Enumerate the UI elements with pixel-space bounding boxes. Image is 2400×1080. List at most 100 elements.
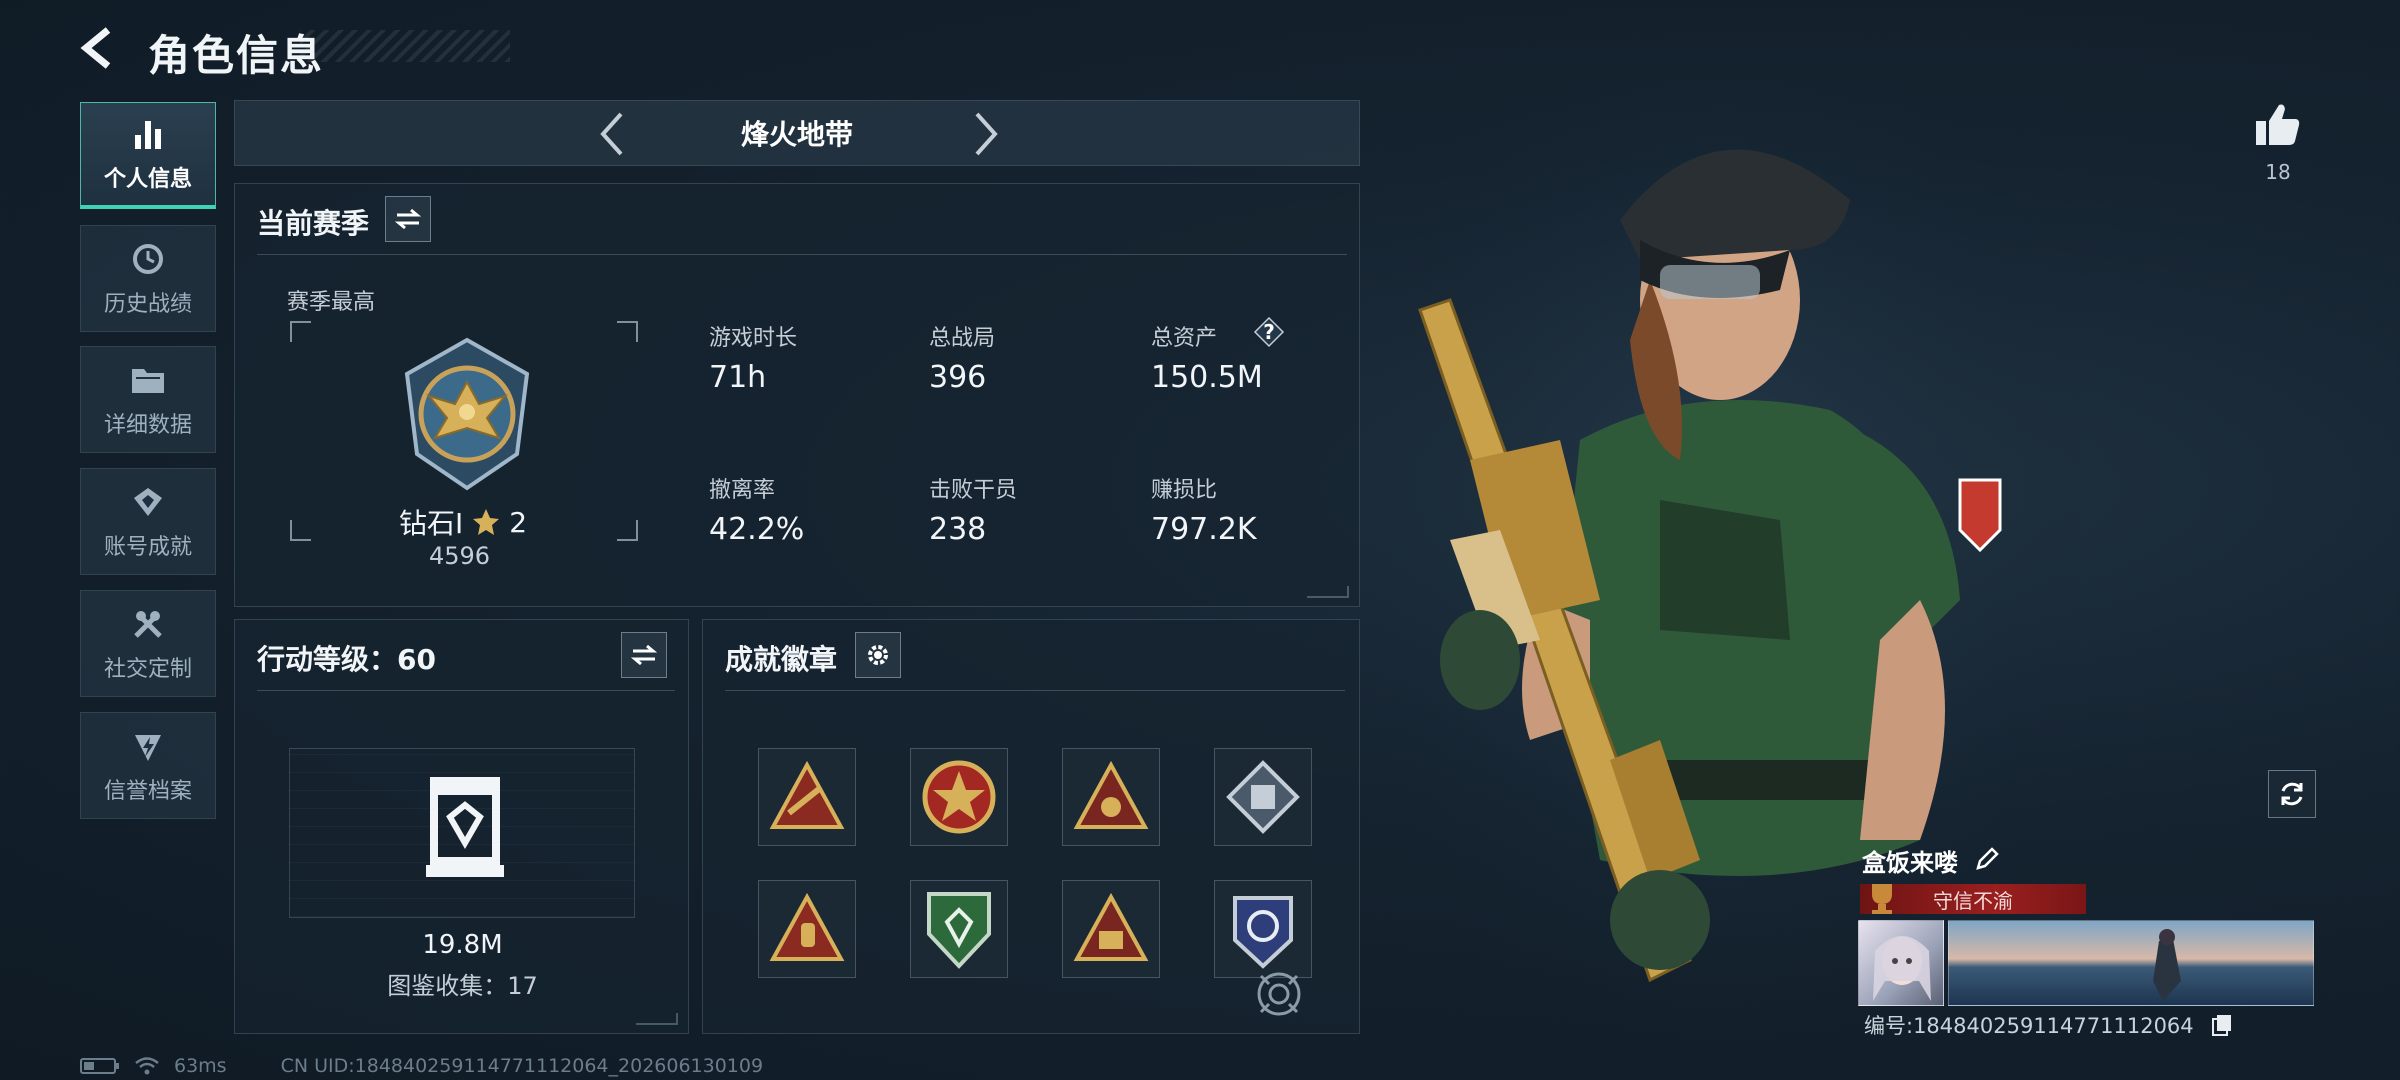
status-uid: CN UID:1848402591147711120​64_2026061301… bbox=[280, 1055, 764, 1077]
collection-count: 图鉴收集：17 bbox=[387, 972, 538, 1000]
motto-trophy-icon bbox=[1866, 880, 1898, 920]
motto-text: 守信不渝 bbox=[1933, 888, 2013, 913]
like-count: 18 bbox=[2265, 160, 2291, 184]
collection-case-icon bbox=[420, 773, 510, 887]
stat-value: 238 bbox=[929, 512, 987, 547]
blue-crest-badge-icon bbox=[1233, 896, 1293, 969]
green-shield-badge-icon bbox=[927, 892, 991, 969]
sidebar-item-history[interactable]: 历史战绩 bbox=[80, 225, 216, 332]
action-level-title: 行动等级：60 bbox=[257, 643, 436, 676]
chevron-left-icon bbox=[600, 112, 623, 156]
stat-value: 71h bbox=[709, 360, 767, 395]
chevron-right-icon bbox=[975, 112, 998, 156]
stat-value: 396 bbox=[929, 360, 987, 395]
star-icon bbox=[473, 509, 500, 535]
title-decoration bbox=[300, 30, 510, 62]
next-mode-button[interactable] bbox=[961, 109, 1011, 159]
mode-selector: 烽火地带 bbox=[234, 100, 1360, 166]
refresh-button[interactable] bbox=[2268, 770, 2316, 818]
sidebar-item-label: 社交定制 bbox=[103, 656, 192, 682]
star-medal-badge-icon bbox=[922, 760, 996, 834]
stat-label: 总资产 bbox=[1151, 326, 1218, 351]
history-clock-icon bbox=[129, 240, 167, 278]
divider bbox=[725, 690, 1345, 691]
sidebar-item-label: 个人信息 bbox=[103, 167, 192, 192]
sidebar-item-label: 历史战绩 bbox=[103, 291, 192, 317]
rank-diamond-emblem-icon bbox=[387, 334, 547, 498]
wifi-icon bbox=[135, 1057, 159, 1075]
action-level-value: 19.8M bbox=[422, 930, 503, 960]
help-button[interactable]: ? bbox=[1253, 316, 1285, 348]
divider bbox=[257, 690, 675, 691]
badge-slot[interactable] bbox=[1062, 748, 1160, 846]
triangle-hand-badge-icon bbox=[769, 892, 845, 961]
badge-slot[interactable] bbox=[1062, 880, 1160, 978]
like-button[interactable] bbox=[2250, 96, 2306, 152]
player-banner[interactable] bbox=[1948, 920, 2314, 1006]
copy-uid-button[interactable] bbox=[2210, 1012, 2234, 1040]
triangle-emblem-badge-icon bbox=[1073, 760, 1149, 829]
diamond-box-badge-icon bbox=[1226, 760, 1300, 834]
prev-mode-button[interactable] bbox=[587, 109, 637, 159]
gear-icon bbox=[868, 645, 888, 665]
action-level-panel: 行动等级：60 19.8M 图鉴收集：17 bbox=[234, 619, 689, 1034]
sidebar-item-achievements[interactable]: 账号成就 bbox=[80, 468, 216, 575]
achievements-title: 成就徽章 bbox=[725, 643, 838, 676]
copy-icon bbox=[2212, 1015, 2231, 1036]
triangle-rifle-badge-icon bbox=[769, 760, 845, 829]
sidebar-item-social[interactable]: 社交定制 bbox=[80, 590, 216, 697]
swap-icon bbox=[631, 644, 657, 666]
back-arrow-icon bbox=[80, 27, 111, 69]
badge-slot[interactable] bbox=[1214, 748, 1312, 846]
battery-icon bbox=[80, 1058, 119, 1074]
season-switch-button[interactable] bbox=[385, 196, 431, 242]
folder-icon bbox=[129, 361, 167, 399]
back-button[interactable] bbox=[72, 22, 124, 74]
badge-slot[interactable] bbox=[910, 748, 1008, 846]
stat-label: 撤离率 bbox=[709, 478, 776, 503]
season-panel: 当前赛季 赛季最高 钻石I 2 4596 游戏时长 71h 总战局 396 总资 bbox=[234, 183, 1360, 607]
rank-name-row: 钻石I 2 bbox=[399, 502, 527, 542]
divider bbox=[257, 254, 1347, 255]
action-level-switch-button[interactable] bbox=[621, 632, 667, 678]
collection-display[interactable] bbox=[289, 748, 635, 918]
player-avatar[interactable] bbox=[1858, 920, 1944, 1006]
expand-badges-icon[interactable] bbox=[1251, 966, 1307, 1026]
edit-name-button[interactable] bbox=[1974, 846, 2000, 876]
sidebar-item-label: 信誉档案 bbox=[103, 778, 192, 804]
stat-label: 游戏时长 bbox=[709, 326, 798, 351]
stat-label: 赚损比 bbox=[1151, 478, 1218, 503]
pencil-icon bbox=[1976, 847, 1999, 870]
achievements-settings-button[interactable] bbox=[855, 632, 901, 678]
stat-value: 150.5M bbox=[1151, 360, 1263, 395]
page-title: 角色信息 bbox=[148, 31, 325, 80]
shield-bolt-icon bbox=[129, 727, 167, 765]
rank-score: 4596 bbox=[429, 542, 491, 570]
season-title: 当前赛季 bbox=[257, 207, 370, 240]
badge-slot[interactable] bbox=[758, 880, 856, 978]
stat-value: 797.2K bbox=[1151, 512, 1257, 547]
badge-slot[interactable] bbox=[1214, 880, 1312, 978]
player-uid: 编号:1848402591147711120​64 bbox=[1864, 1014, 2194, 1038]
sidebar-item-personal-info[interactable]: 个人信息 bbox=[80, 102, 216, 209]
badge-slot[interactable] bbox=[910, 880, 1008, 978]
mode-name: 烽火地带 bbox=[740, 118, 853, 151]
ping-text: 63ms bbox=[174, 1055, 227, 1077]
sidebar-item-label: 账号成就 bbox=[103, 534, 192, 560]
stat-label: 总战局 bbox=[929, 326, 996, 351]
swap-icon bbox=[395, 208, 421, 230]
player-name: 盒饭来喽 bbox=[1862, 849, 1958, 877]
season-best-label: 赛季最高 bbox=[287, 290, 376, 315]
sidebar-item-credit[interactable]: 信誉档案 bbox=[80, 712, 216, 819]
sidebar-item-label: 详细数据 bbox=[103, 412, 192, 438]
triangle-gold-badge-icon bbox=[1073, 892, 1149, 961]
badge-slot[interactable] bbox=[758, 748, 856, 846]
rank-name: 钻石I bbox=[399, 507, 464, 540]
wrench-icon bbox=[129, 605, 167, 643]
bar-chart-icon bbox=[129, 115, 167, 153]
thumbs-up-icon bbox=[2256, 104, 2300, 145]
status-bar: 63ms CN UID:1848402591147711120​64_20260… bbox=[80, 1055, 763, 1077]
rank-stars: 2 bbox=[509, 505, 528, 539]
achievement-icon bbox=[129, 483, 167, 521]
sidebar-item-detail-data[interactable]: 详细数据 bbox=[80, 346, 216, 453]
